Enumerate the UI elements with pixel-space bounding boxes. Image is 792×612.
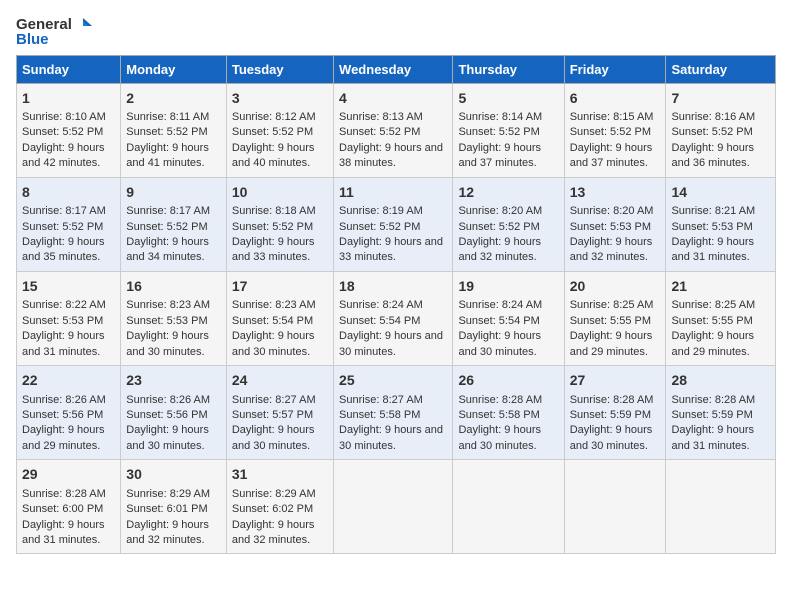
calendar-cell: 15Sunrise: 8:22 AMSunset: 5:53 PMDayligh… <box>17 271 121 365</box>
day-number: 25 <box>339 371 447 391</box>
logo: General Blue <box>16 16 92 49</box>
calendar-cell: 7Sunrise: 8:16 AMSunset: 5:52 PMDaylight… <box>666 83 776 177</box>
day-number: 3 <box>232 89 328 109</box>
calendar-week-row: 15Sunrise: 8:22 AMSunset: 5:53 PMDayligh… <box>17 271 776 365</box>
day-number: 1 <box>22 89 115 109</box>
logo-blue: Blue <box>16 32 92 49</box>
day-number: 24 <box>232 371 328 391</box>
calendar-cell: 26Sunrise: 8:28 AMSunset: 5:58 PMDayligh… <box>453 365 564 459</box>
day-number: 16 <box>126 277 221 297</box>
calendar-cell: 8Sunrise: 8:17 AMSunset: 5:52 PMDaylight… <box>17 177 121 271</box>
day-number: 10 <box>232 183 328 203</box>
calendar-cell: 20Sunrise: 8:25 AMSunset: 5:55 PMDayligh… <box>564 271 666 365</box>
calendar-week-row: 1Sunrise: 8:10 AMSunset: 5:52 PMDaylight… <box>17 83 776 177</box>
day-number: 6 <box>570 89 661 109</box>
day-number: 18 <box>339 277 447 297</box>
calendar-cell: 29Sunrise: 8:28 AMSunset: 6:00 PMDayligh… <box>17 460 121 554</box>
day-number: 27 <box>570 371 661 391</box>
calendar-cell <box>453 460 564 554</box>
day-number: 30 <box>126 465 221 485</box>
col-header-wednesday: Wednesday <box>334 55 453 83</box>
calendar-cell: 28Sunrise: 8:28 AMSunset: 5:59 PMDayligh… <box>666 365 776 459</box>
day-number: 19 <box>458 277 558 297</box>
calendar-cell: 16Sunrise: 8:23 AMSunset: 5:53 PMDayligh… <box>121 271 227 365</box>
col-header-sunday: Sunday <box>17 55 121 83</box>
calendar-cell: 10Sunrise: 8:18 AMSunset: 5:52 PMDayligh… <box>226 177 333 271</box>
calendar-cell: 1Sunrise: 8:10 AMSunset: 5:52 PMDaylight… <box>17 83 121 177</box>
calendar-cell <box>564 460 666 554</box>
day-number: 29 <box>22 465 115 485</box>
calendar-cell: 13Sunrise: 8:20 AMSunset: 5:53 PMDayligh… <box>564 177 666 271</box>
calendar-cell: 18Sunrise: 8:24 AMSunset: 5:54 PMDayligh… <box>334 271 453 365</box>
calendar-cell: 3Sunrise: 8:12 AMSunset: 5:52 PMDaylight… <box>226 83 333 177</box>
calendar-cell: 25Sunrise: 8:27 AMSunset: 5:58 PMDayligh… <box>334 365 453 459</box>
day-number: 20 <box>570 277 661 297</box>
day-number: 13 <box>570 183 661 203</box>
calendar-cell: 2Sunrise: 8:11 AMSunset: 5:52 PMDaylight… <box>121 83 227 177</box>
calendar-cell: 11Sunrise: 8:19 AMSunset: 5:52 PMDayligh… <box>334 177 453 271</box>
calendar-header-row: SundayMondayTuesdayWednesdayThursdayFrid… <box>17 55 776 83</box>
day-number: 7 <box>671 89 770 109</box>
calendar-cell: 31Sunrise: 8:29 AMSunset: 6:02 PMDayligh… <box>226 460 333 554</box>
logo-wrapper: General Blue <box>16 16 92 49</box>
calendar-cell: 9Sunrise: 8:17 AMSunset: 5:52 PMDaylight… <box>121 177 227 271</box>
col-header-friday: Friday <box>564 55 666 83</box>
day-number: 14 <box>671 183 770 203</box>
calendar-cell: 24Sunrise: 8:27 AMSunset: 5:57 PMDayligh… <box>226 365 333 459</box>
calendar-week-row: 8Sunrise: 8:17 AMSunset: 5:52 PMDaylight… <box>17 177 776 271</box>
col-header-saturday: Saturday <box>666 55 776 83</box>
calendar-cell: 30Sunrise: 8:29 AMSunset: 6:01 PMDayligh… <box>121 460 227 554</box>
day-number: 22 <box>22 371 115 391</box>
calendar-cell: 14Sunrise: 8:21 AMSunset: 5:53 PMDayligh… <box>666 177 776 271</box>
calendar-cell <box>334 460 453 554</box>
calendar-cell: 22Sunrise: 8:26 AMSunset: 5:56 PMDayligh… <box>17 365 121 459</box>
calendar-cell: 5Sunrise: 8:14 AMSunset: 5:52 PMDaylight… <box>453 83 564 177</box>
calendar-cell: 17Sunrise: 8:23 AMSunset: 5:54 PMDayligh… <box>226 271 333 365</box>
day-number: 8 <box>22 183 115 203</box>
day-number: 5 <box>458 89 558 109</box>
day-number: 17 <box>232 277 328 297</box>
calendar-cell <box>666 460 776 554</box>
day-number: 23 <box>126 371 221 391</box>
calendar-cell: 21Sunrise: 8:25 AMSunset: 5:55 PMDayligh… <box>666 271 776 365</box>
calendar-week-row: 22Sunrise: 8:26 AMSunset: 5:56 PMDayligh… <box>17 365 776 459</box>
day-number: 28 <box>671 371 770 391</box>
day-number: 11 <box>339 183 447 203</box>
day-number: 4 <box>339 89 447 109</box>
calendar-cell: 27Sunrise: 8:28 AMSunset: 5:59 PMDayligh… <box>564 365 666 459</box>
day-number: 15 <box>22 277 115 297</box>
day-number: 21 <box>671 277 770 297</box>
header: General Blue <box>16 16 776 49</box>
calendar-cell: 4Sunrise: 8:13 AMSunset: 5:52 PMDaylight… <box>334 83 453 177</box>
calendar-cell: 12Sunrise: 8:20 AMSunset: 5:52 PMDayligh… <box>453 177 564 271</box>
day-number: 12 <box>458 183 558 203</box>
calendar-table: SundayMondayTuesdayWednesdayThursdayFrid… <box>16 55 776 555</box>
day-number: 9 <box>126 183 221 203</box>
calendar-cell: 23Sunrise: 8:26 AMSunset: 5:56 PMDayligh… <box>121 365 227 459</box>
day-number: 31 <box>232 465 328 485</box>
col-header-thursday: Thursday <box>453 55 564 83</box>
day-number: 2 <box>126 89 221 109</box>
col-header-tuesday: Tuesday <box>226 55 333 83</box>
day-number: 26 <box>458 371 558 391</box>
calendar-cell: 6Sunrise: 8:15 AMSunset: 5:52 PMDaylight… <box>564 83 666 177</box>
calendar-week-row: 29Sunrise: 8:28 AMSunset: 6:00 PMDayligh… <box>17 460 776 554</box>
col-header-monday: Monday <box>121 55 227 83</box>
calendar-cell: 19Sunrise: 8:24 AMSunset: 5:54 PMDayligh… <box>453 271 564 365</box>
